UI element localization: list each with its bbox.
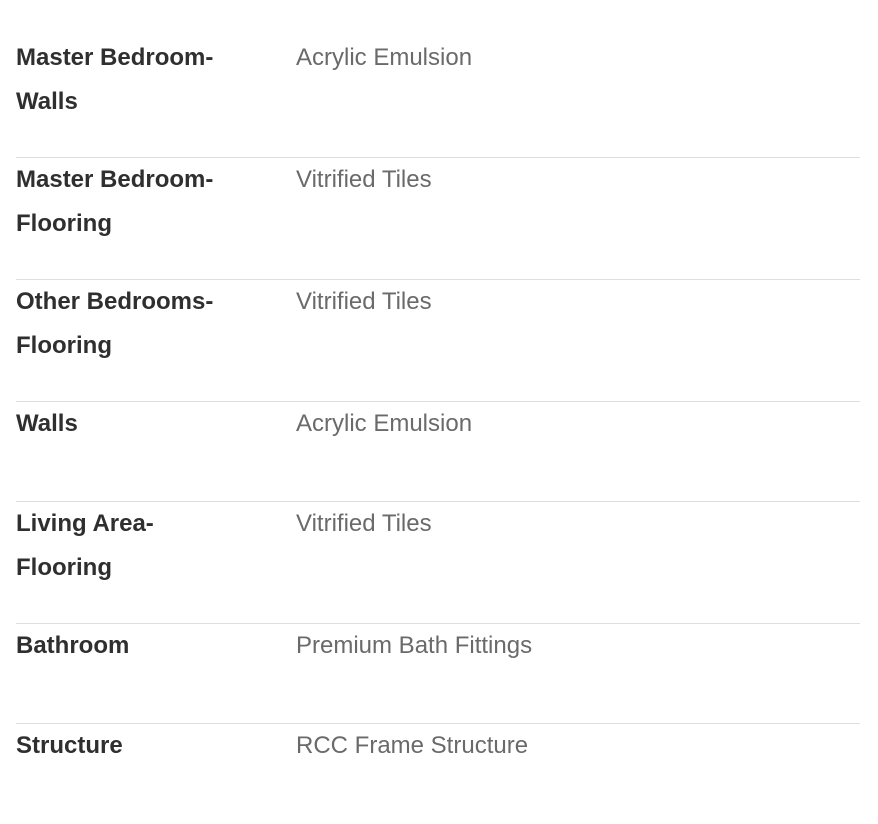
- spec-value: Vitrified Tiles: [296, 166, 432, 193]
- spec-value: RCC Frame Structure: [296, 732, 529, 759]
- spec-row-structure: Structure RCC Frame Structure: [16, 724, 860, 824]
- spec-label: Master Bedroom- Walls: [16, 44, 214, 115]
- spec-label: Walls: [16, 410, 78, 437]
- spec-label: Master Bedroom- Flooring: [16, 166, 214, 237]
- spec-label: Living Area- Flooring: [16, 510, 154, 581]
- spec-row-master-bedroom-walls: Master Bedroom- Walls Acrylic Emulsion: [16, 36, 860, 158]
- spec-label: Structure: [16, 732, 123, 759]
- spec-row-living-area-flooring: Living Area- Flooring Vitrified Tiles: [16, 502, 860, 624]
- spec-value: Acrylic Emulsion: [296, 44, 473, 71]
- specifications-table: Master Bedroom- Walls Acrylic Emulsion M…: [16, 36, 860, 824]
- spec-label: Other Bedrooms- Flooring: [16, 288, 214, 359]
- spec-row-other-bedrooms-flooring: Other Bedrooms- Flooring Vitrified Tiles: [16, 280, 860, 402]
- spec-value: Vitrified Tiles: [296, 288, 432, 315]
- spec-row-bathroom: Bathroom Premium Bath Fittings: [16, 624, 860, 724]
- spec-value: Premium Bath Fittings: [296, 632, 533, 659]
- spec-label: Bathroom: [16, 632, 130, 659]
- spec-value: Vitrified Tiles: [296, 510, 432, 537]
- spec-row-walls: Walls Acrylic Emulsion: [16, 402, 860, 502]
- spec-row-master-bedroom-flooring: Master Bedroom- Flooring Vitrified Tiles: [16, 158, 860, 280]
- spec-value: Acrylic Emulsion: [296, 410, 473, 437]
